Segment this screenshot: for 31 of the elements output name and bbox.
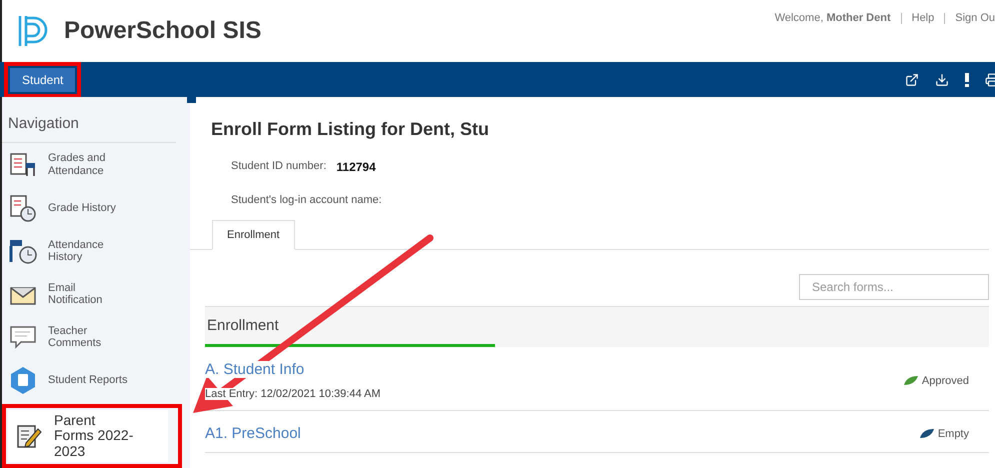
section-title: Enrollment xyxy=(206,316,280,334)
logo-text: PowerSchool SIS xyxy=(64,17,262,45)
header-link[interactable]: Sign Ou xyxy=(955,12,995,24)
collapse-handle[interactable] xyxy=(187,95,196,103)
header-link[interactable]: Help xyxy=(912,12,934,24)
nav-item[interactable]: Parent Forms 2022-2023 xyxy=(8,410,168,462)
navigation-heading: Navigation xyxy=(2,97,176,143)
status-text: Empty xyxy=(938,428,969,440)
field-label: Student's log-in account name: xyxy=(231,194,382,206)
gradebook-clock-icon xyxy=(8,192,38,223)
field-label: Student ID number: xyxy=(231,160,326,174)
report-hexagon-icon xyxy=(8,365,38,396)
last-entry-text: Last Entry: 12/02/2021 10:39:44 AM xyxy=(205,388,381,400)
nav-item[interactable]: Attendance History xyxy=(2,229,182,272)
page-title: Enroll Form Listing for Dent, Stu xyxy=(210,119,490,140)
nav-item[interactable]: Student Reports xyxy=(2,358,182,402)
nav-item[interactable]: Grades and Attendance xyxy=(2,143,182,186)
nav-item[interactable]: Teacher Comments xyxy=(2,316,182,359)
form-link[interactable]: A. Student Info xyxy=(205,361,304,378)
nav-item[interactable]: Email Notification xyxy=(2,272,182,316)
form-tab[interactable]: Enrollment xyxy=(212,220,295,250)
print-icon[interactable] xyxy=(985,72,995,86)
status-text: Approved xyxy=(922,374,969,386)
external-link-icon[interactable] xyxy=(905,72,919,86)
nav-item[interactable]: Grade History xyxy=(2,186,182,230)
download-icon[interactable] xyxy=(935,72,949,86)
search-field[interactable]: Search forms... xyxy=(799,274,989,300)
field-value: 112794 xyxy=(336,160,376,174)
welcome-text: Welcome, Mother Dent xyxy=(774,12,891,24)
student-tab[interactable]: Student xyxy=(10,68,76,92)
alert-icon[interactable] xyxy=(965,72,969,86)
